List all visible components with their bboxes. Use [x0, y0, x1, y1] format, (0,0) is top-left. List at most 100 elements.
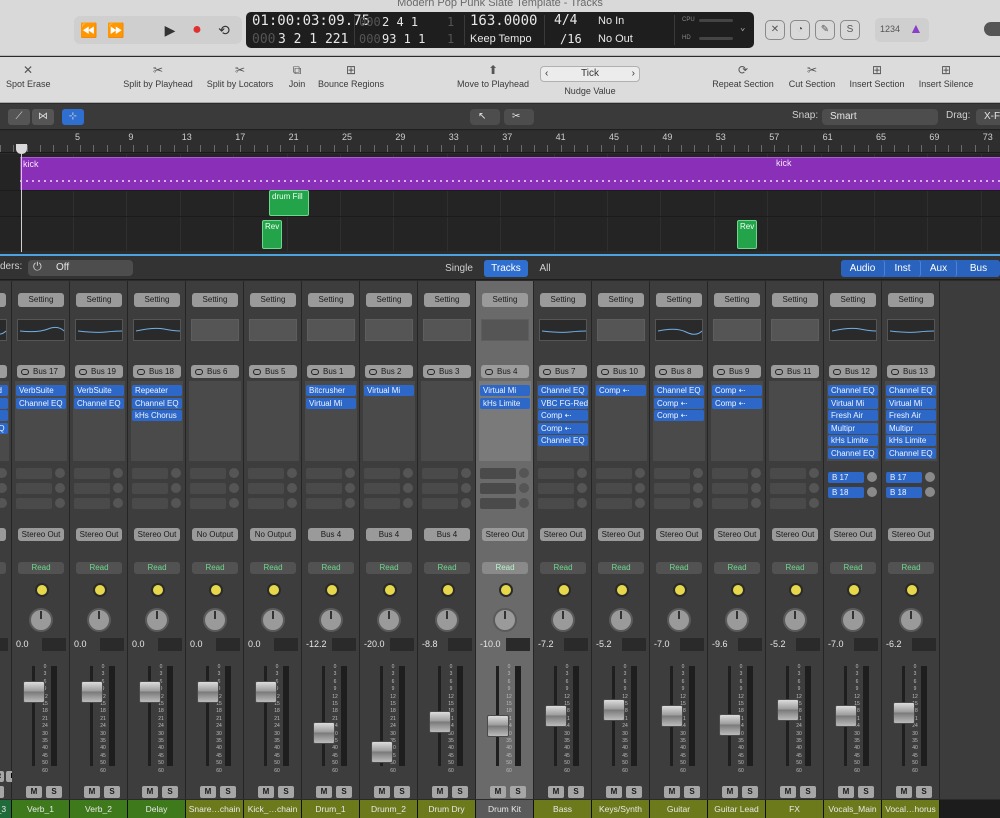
- plugin-slot[interactable]: Channel EQ: [538, 435, 588, 446]
- mute-button[interactable]: M: [606, 786, 622, 798]
- automation-mode-button[interactable]: Read: [888, 562, 934, 574]
- send-level-knob[interactable]: [809, 483, 819, 493]
- sends-area[interactable]: [15, 468, 67, 513]
- pan-knob[interactable]: [725, 608, 749, 632]
- send-level-knob[interactable]: [577, 498, 587, 508]
- plugin-slot[interactable]: Multipr: [828, 422, 878, 434]
- pan-knob[interactable]: [319, 608, 343, 632]
- channel-name[interactable]: FX: [766, 800, 824, 818]
- mute-button[interactable]: M: [200, 786, 216, 798]
- plugin-slot[interactable]: Fresh Air: [886, 410, 936, 421]
- output-slot[interactable]: Stereo Out: [888, 528, 934, 541]
- output-slot[interactable]: No Output: [192, 528, 238, 541]
- send-level-knob[interactable]: [345, 468, 355, 478]
- send-level-knob[interactable]: [229, 468, 239, 478]
- empty-send-slot[interactable]: [422, 468, 458, 479]
- automation-mode-button[interactable]: Read: [366, 562, 412, 574]
- audio-fx-slots[interactable]: [769, 381, 821, 461]
- audio-fx-slots[interactable]: Channel EQ Virtual Mi Fresh Air Multipr kHs …: [827, 381, 879, 461]
- audio-fx-slots[interactable]: Channel EQ Comp ⇠ Comp ⇠: [653, 381, 705, 461]
- output-slot[interactable]: Stereo Out: [76, 528, 122, 541]
- chevron-left-icon[interactable]: ‹: [545, 67, 548, 81]
- channel-name[interactable]: Drum Dry: [418, 800, 476, 818]
- send-level-knob[interactable]: [809, 468, 819, 478]
- repeat-section-button[interactable]: ⟳ Repeat Section: [712, 61, 774, 89]
- volume-fader[interactable]: [661, 705, 683, 727]
- empty-send-slot[interactable]: [132, 483, 168, 494]
- empty-send-slot[interactable]: [74, 468, 110, 479]
- pan-dial-icon[interactable]: [905, 583, 919, 597]
- empty-send-slot[interactable]: [190, 468, 226, 479]
- send-slot[interactable]: B 18: [886, 487, 922, 498]
- pan-dial-icon[interactable]: [557, 583, 571, 597]
- send-level-knob[interactable]: [403, 483, 413, 493]
- mute-button[interactable]: M: [722, 786, 738, 798]
- list-editors-icon[interactable]: ✕: [765, 20, 785, 40]
- input-slot[interactable]: Bus 13: [887, 365, 935, 378]
- record-enable-button[interactable]: R: [0, 771, 4, 782]
- send-level-knob[interactable]: [693, 498, 703, 508]
- record-icon[interactable]: ●: [184, 20, 210, 40]
- automation-mode-button[interactable]: Read: [0, 562, 6, 574]
- input-slot[interactable]: Bus 4: [481, 365, 529, 378]
- input-slot[interactable]: Bus 18: [133, 365, 181, 378]
- channel-name[interactable]: Guitar Lead: [708, 800, 766, 818]
- audio-fx-slots[interactable]: Channel EQ VBC FG-Red Comp ⇠ Comp ⇠ Channel …: [537, 381, 589, 461]
- send-level-knob[interactable]: [867, 487, 877, 497]
- send-level-knob[interactable]: [287, 468, 297, 478]
- channel-name[interactable]: Guitar: [650, 800, 708, 818]
- empty-send-slot[interactable]: [538, 483, 574, 494]
- drag-select[interactable]: X-Fa: [976, 109, 1000, 125]
- solo-button[interactable]: S: [278, 786, 294, 798]
- output-slot[interactable]: Stereo Out: [830, 528, 876, 541]
- view-single[interactable]: Single: [436, 260, 482, 277]
- empty-send-slot[interactable]: [596, 483, 632, 494]
- input-slot[interactable]: Bus 19: [75, 365, 123, 378]
- volume-fader[interactable]: [893, 702, 915, 724]
- channel-strip[interactable]: Setting Bus 3 Bus 4 Read -8.8 0 3 6 9 12 15 18 21 24 3…: [418, 281, 476, 799]
- channel-name[interactable]: Drum_1: [302, 800, 360, 818]
- channel-strip[interactable]: Setting Bus 5 No Output Read 0.0 0 3 6 9 12 15 18 21…: [244, 281, 302, 799]
- pan-dial-icon[interactable]: [93, 583, 107, 597]
- pan-knob[interactable]: [493, 608, 517, 632]
- plugin-slot[interactable]: Channel EQ: [828, 447, 878, 459]
- sends-area[interactable]: [73, 468, 125, 513]
- output-slot[interactable]: Stereo Out: [598, 528, 644, 541]
- solo-button[interactable]: S: [626, 786, 642, 798]
- input-slot[interactable]: Bus 1: [307, 365, 355, 378]
- empty-send-slot[interactable]: [132, 498, 168, 509]
- audio-fx-slots[interactable]: Bitcrusher Virtual Mi: [305, 381, 357, 461]
- volume-fader[interactable]: [139, 681, 161, 703]
- setting-button[interactable]: Setting: [830, 293, 876, 307]
- audio-fx-slots[interactable]: Comp ⇠ Comp ⇠: [711, 381, 763, 461]
- empty-send-slot[interactable]: [306, 468, 342, 479]
- empty-send-slot[interactable]: [480, 498, 516, 509]
- automation-icon[interactable]: ⟋: [8, 109, 30, 125]
- plugin-slot[interactable]: Channel EQ: [886, 447, 936, 459]
- nudge-value-stepper[interactable]: ‹ Tick ›: [540, 66, 640, 82]
- sends-area[interactable]: [363, 468, 415, 513]
- eq-thumbnail[interactable]: [133, 319, 181, 341]
- empty-send-slot[interactable]: [770, 468, 806, 479]
- bar-ruler[interactable]: 5 9 13 17 21 25 29 33 37 41 45 49 53 57 61 65 69 73: [0, 131, 1000, 153]
- solo-button[interactable]: S: [858, 786, 874, 798]
- volume-fader[interactable]: [23, 681, 45, 703]
- mute-button[interactable]: M: [780, 786, 796, 798]
- plugin-slot[interactable]: kHs Limite: [886, 435, 936, 446]
- plugin-slot[interactable]: Channel EQ: [132, 397, 182, 409]
- plugin-slot[interactable]: VerbSuite: [16, 385, 66, 396]
- send-level-knob[interactable]: [519, 498, 529, 508]
- pan-knob[interactable]: [783, 608, 807, 632]
- audio-fx-slots[interactable]: Virtual Mi kHs Limite: [479, 381, 531, 461]
- pan-dial-icon[interactable]: [267, 583, 281, 597]
- audio-fx-slots[interactable]: Comp ⇠: [595, 381, 647, 461]
- plugin-slot[interactable]: Comp ⇠: [538, 410, 588, 421]
- pan-knob[interactable]: [87, 608, 111, 632]
- mute-button[interactable]: M: [490, 786, 506, 798]
- volume-fader[interactable]: [777, 699, 799, 721]
- pan-dial-icon[interactable]: [847, 583, 861, 597]
- output-slot[interactable]: Bus 4: [366, 528, 412, 541]
- send-level-knob[interactable]: [635, 468, 645, 478]
- playhead[interactable]: [21, 146, 22, 252]
- automation-mode-button[interactable]: Read: [598, 562, 644, 574]
